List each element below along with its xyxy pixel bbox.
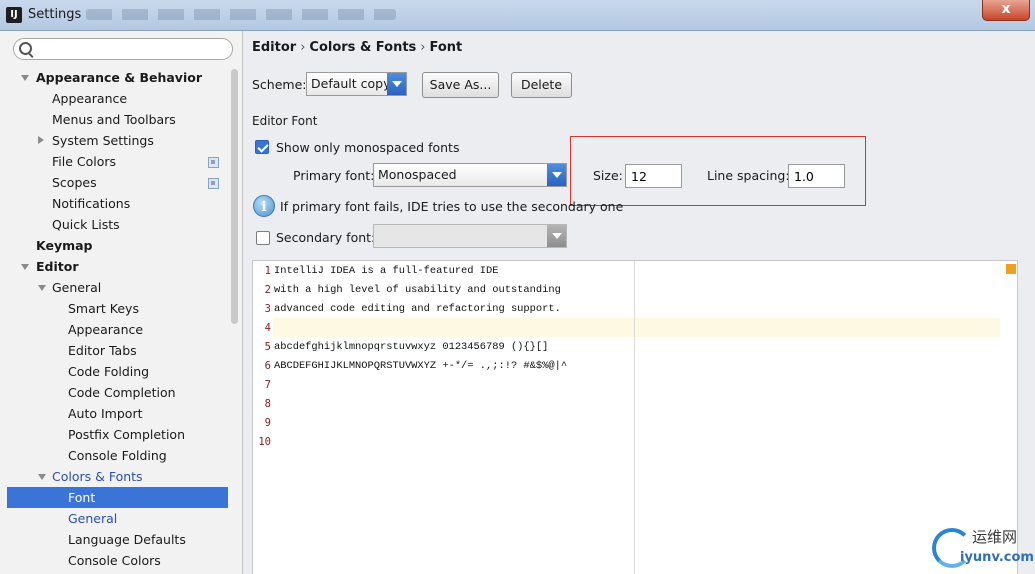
tree-item-postfix-completion[interactable]: Postfix Completion: [68, 424, 185, 445]
line-number: 2: [264, 284, 271, 296]
right-margin-guide: [634, 261, 635, 574]
breadcrumb: Editor › Colors & Fonts › Font: [252, 40, 462, 55]
tree-item-keymap[interactable]: Keymap: [36, 235, 93, 256]
watermark-en-text: iyunv.com: [960, 550, 1034, 565]
font-size-field[interactable]: [625, 164, 682, 188]
secondary-font-label: Secondary font:: [276, 230, 376, 245]
line-number: 1: [264, 265, 271, 277]
chevron-down-icon[interactable]: [387, 73, 406, 95]
primary-font-value: Monospaced: [378, 167, 457, 182]
project-level-icon: [208, 178, 219, 189]
tree-item-console-colors[interactable]: Console Colors: [68, 550, 161, 571]
tree-item-file-colors[interactable]: File Colors: [52, 151, 116, 172]
tree-item-appearance-behavior[interactable]: Appearance & Behavior: [36, 67, 202, 88]
breadcrumb-separator: ›: [300, 40, 306, 55]
fallback-info-text: If primary font fails, IDE tries to use …: [280, 199, 624, 214]
tree-item-general[interactable]: General: [52, 277, 101, 298]
preview-code-line: with a high level of usability and outst…: [274, 284, 561, 296]
tree-item-notifications[interactable]: Notifications: [52, 193, 130, 214]
font-preview-editor[interactable]: 1 2 3 4 5 6 7 8 9 10 IntelliJ IDEA is a …: [252, 260, 1018, 574]
scheme-select[interactable]: Default copy: [306, 72, 407, 96]
caret-row-highlight: [273, 318, 1000, 337]
tree-item-quick-lists[interactable]: Quick Lists: [52, 214, 120, 235]
tree-item-menus-toolbars[interactable]: Menus and Toolbars: [52, 109, 176, 130]
tree-item-language-defaults[interactable]: Language Defaults: [68, 529, 186, 550]
secondary-font-checkbox[interactable]: [256, 231, 270, 245]
tree-item-scopes[interactable]: Scopes: [52, 172, 97, 193]
expand-arrow-icon[interactable]: [21, 264, 29, 270]
tree-item-colors-general[interactable]: General: [68, 508, 117, 529]
size-label: Size:: [593, 168, 623, 183]
chevron-down-icon[interactable]: [547, 164, 566, 186]
monospaced-only-label: Show only monospaced fonts: [276, 140, 460, 155]
scheme-select-value: Default copy: [311, 76, 391, 91]
info-icon: i: [253, 195, 275, 217]
breadcrumb-colors-fonts: Colors & Fonts: [309, 40, 417, 55]
preview-code-line-with-caret: ABCDEFGHIJKLMNOPQRSTUVWXYZ +-*/= .,;:!? …: [274, 357, 567, 376]
line-number: 6: [264, 360, 271, 372]
tree-item-colors-fonts[interactable]: Colors & Fonts: [52, 466, 143, 487]
monospaced-only-checkbox[interactable]: [255, 140, 269, 154]
close-window-button[interactable]: x: [982, 0, 1030, 21]
preview-code-text: ABCDEFGHIJKLMNOPQRSTUVWXYZ +-*/= .,;:!? …: [274, 360, 568, 372]
watermark-cn-text: 运维网: [972, 528, 1018, 546]
expand-arrow-icon[interactable]: [38, 474, 46, 480]
settings-tree-panel: Appearance & Behavior Appearance Menus a…: [0, 31, 243, 574]
intellij-app-icon: IJ: [6, 7, 22, 23]
line-spacing-label: Line spacing:: [707, 168, 790, 183]
collapse-arrow-icon[interactable]: [38, 136, 44, 144]
breadcrumb-font: Font: [429, 40, 463, 55]
editor-font-section-label: Editor Font: [252, 114, 318, 128]
tree-item-appearance[interactable]: Appearance: [52, 88, 127, 109]
save-as-button[interactable]: Save As...: [422, 72, 499, 98]
project-level-icon: [208, 157, 219, 168]
tree-item-editor-appearance[interactable]: Appearance: [68, 319, 143, 340]
tree-item-editor[interactable]: Editor: [36, 256, 79, 277]
tree-item-smart-keys[interactable]: Smart Keys: [68, 298, 139, 319]
delete-button[interactable]: Delete: [511, 72, 572, 98]
primary-font-select[interactable]: Monospaced: [373, 163, 567, 187]
search-icon: [19, 42, 32, 55]
expand-arrow-icon[interactable]: [21, 75, 29, 81]
line-number: 4: [264, 322, 271, 334]
tree-item-code-completion[interactable]: Code Completion: [68, 382, 176, 403]
tree-item-font[interactable]: Font: [7, 487, 228, 508]
tree-item-console-folding[interactable]: Console Folding: [68, 445, 167, 466]
primary-font-label: Primary font:: [293, 168, 375, 183]
scheme-label: Scheme:: [252, 77, 307, 92]
secondary-font-select[interactable]: [373, 224, 567, 248]
breadcrumb-separator: ›: [420, 40, 426, 55]
tree-item-auto-import[interactable]: Auto Import: [68, 403, 142, 424]
line-number: 3: [264, 303, 271, 315]
tree-scrollbar[interactable]: [231, 69, 238, 324]
line-number: 8: [264, 398, 271, 410]
line-number: 7: [264, 379, 271, 391]
expand-arrow-icon[interactable]: [38, 285, 46, 291]
title-bar: IJ Settings x: [0, 0, 1035, 31]
line-number: 5: [264, 341, 271, 353]
preview-code-line: IntelliJ IDEA is a full-featured IDE: [274, 265, 499, 277]
tree-item-editor-tabs[interactable]: Editor Tabs: [68, 340, 137, 361]
preview-code-line: abcdefghijklmnopqrstuvwxyz 0123456789 ()…: [274, 341, 549, 353]
tree-item-code-folding[interactable]: Code Folding: [68, 361, 149, 382]
search-input[interactable]: [36, 41, 230, 59]
line-spacing-field[interactable]: [788, 164, 845, 188]
line-number: 10: [258, 436, 271, 448]
line-number: 9: [264, 417, 271, 429]
background-menu-blur: [86, 9, 396, 20]
breadcrumb-editor: Editor: [252, 40, 297, 55]
settings-search-box[interactable]: [13, 38, 233, 60]
preview-code-line: advanced code editing and refactoring su…: [274, 303, 561, 315]
close-icon: x: [1001, 1, 1011, 17]
window-title: Settings: [28, 7, 82, 22]
site-watermark: 运维网 iyunv.com: [930, 520, 1035, 574]
error-stripe-marker[interactable]: [1006, 264, 1016, 274]
chevron-down-icon[interactable]: [547, 225, 566, 247]
tree-item-system-settings[interactable]: System Settings: [52, 130, 154, 151]
